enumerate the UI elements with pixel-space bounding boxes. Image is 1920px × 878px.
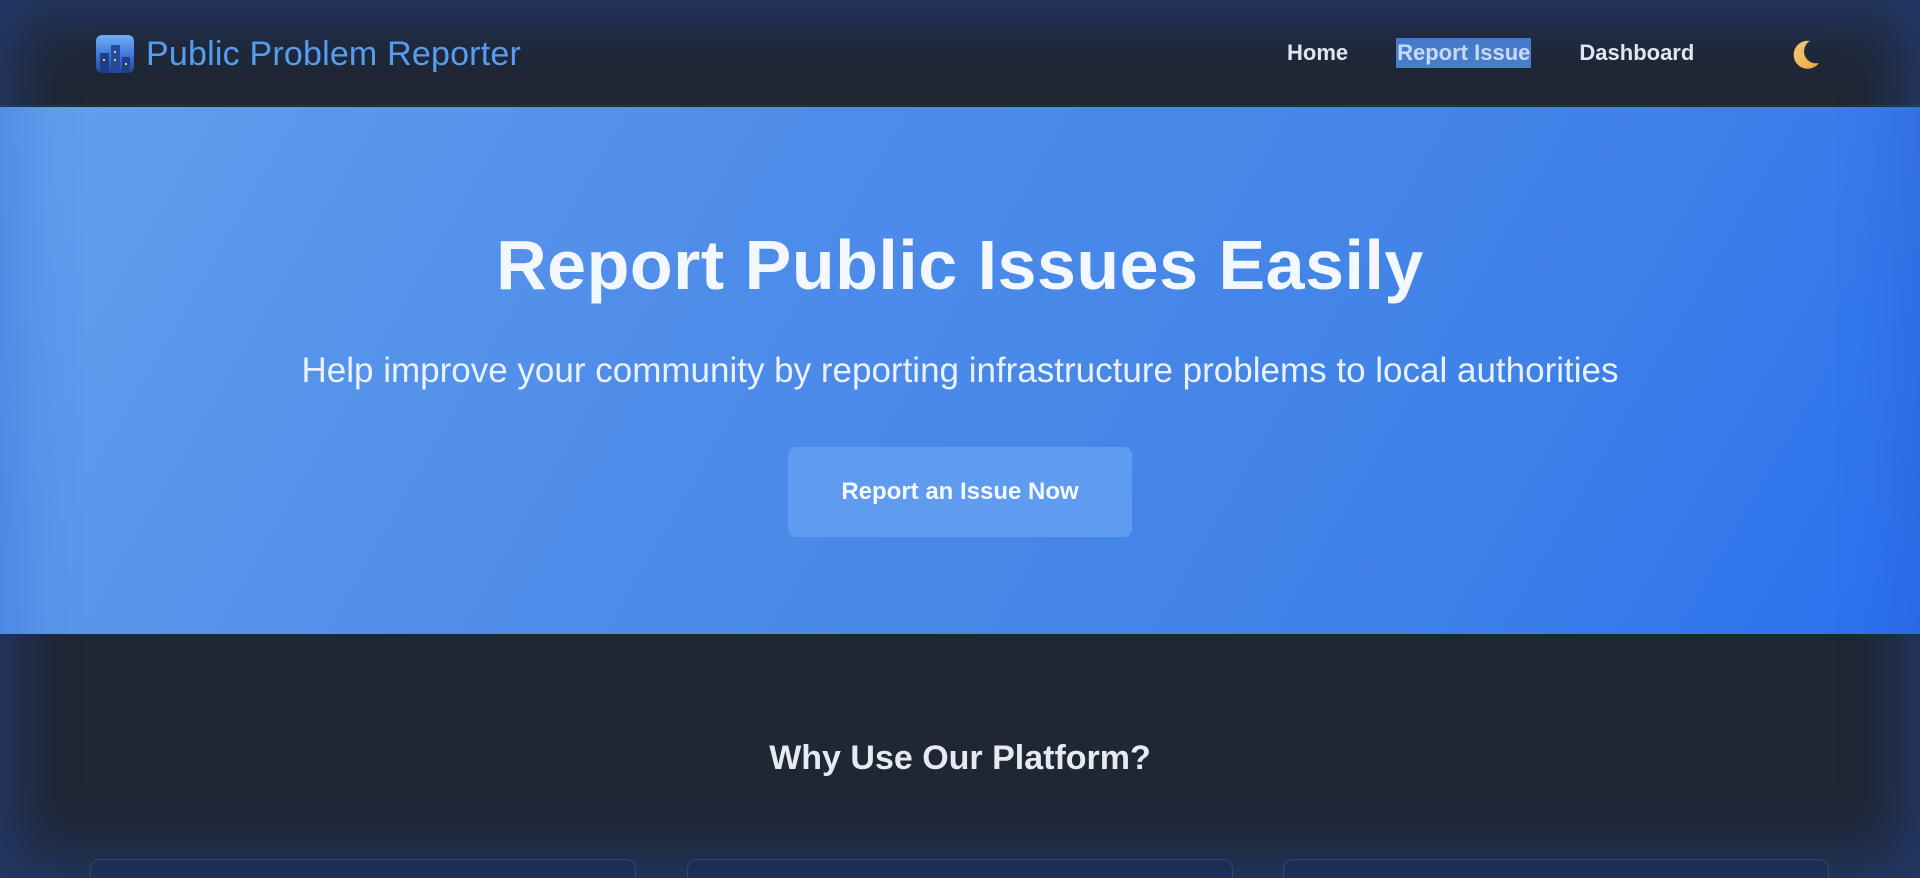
features-heading: Why Use Our Platform? — [769, 739, 1151, 777]
city-buildings-icon — [96, 35, 134, 73]
theme-toggle-button[interactable] — [1786, 36, 1824, 74]
brand-link[interactable]: Public Problem Reporter — [96, 34, 521, 74]
feature-card — [687, 859, 1233, 878]
page: Public Problem Reporter Home Report Issu… — [0, 0, 1920, 878]
nav-link-dashboard[interactable]: Dashboard — [1579, 38, 1694, 68]
navbar: Public Problem Reporter Home Report Issu… — [0, 0, 1920, 106]
crescent-moon-icon — [1793, 40, 1819, 69]
nav-link-report-issue[interactable]: Report Issue — [1396, 38, 1532, 68]
brand-name: Public Problem Reporter — [146, 35, 521, 73]
feature-card — [1283, 859, 1829, 878]
main-nav: Home Report Issue Dashboard — [1287, 38, 1694, 68]
feature-card — [90, 859, 636, 878]
nav-link-home[interactable]: Home — [1287, 38, 1348, 68]
hero-subtitle: Help improve your community by reporting… — [301, 351, 1619, 390]
features-section: Why Use Our Platform? — [0, 634, 1920, 878]
hero-section: Report Public Issues Easily Help improve… — [0, 107, 1920, 634]
hero-title: Report Public Issues Easily — [496, 226, 1424, 304]
report-issue-cta-button[interactable]: Report an Issue Now — [788, 447, 1132, 537]
